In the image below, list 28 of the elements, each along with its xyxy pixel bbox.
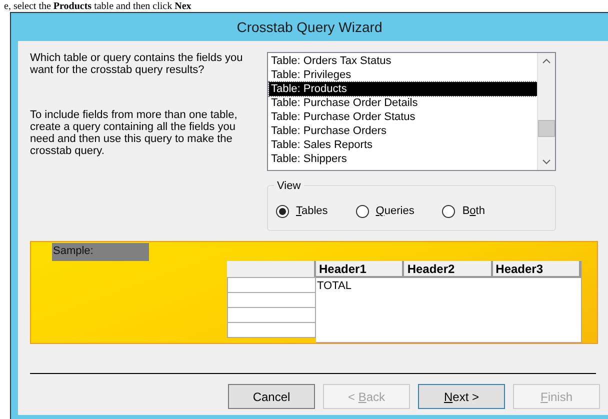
list-item[interactable]: Table: Sales Reports <box>269 138 537 152</box>
radio-icon[interactable] <box>276 204 289 218</box>
radio-option[interactable]: Tables <box>276 203 328 220</box>
list-item[interactable]: Table: Privileges <box>269 68 537 82</box>
list-item[interactable]: Table: Orders Tax Status <box>269 54 537 68</box>
radio-icon[interactable] <box>356 204 369 218</box>
column-header: Header2 <box>404 261 493 278</box>
scrollbar[interactable] <box>537 53 555 170</box>
total-text: TOTAL <box>316 280 352 292</box>
column-header: Header1 <box>316 261 404 278</box>
hint-text: To include fields from more than one table, create a query containing all the fields you need and then use this query to make the crosstab query. <box>30 109 238 157</box>
list-item[interactable]: Table: Shippers <box>269 152 537 166</box>
document-text: e, select the Products table and then click Nex <box>4 0 192 12</box>
question-text: Which table or query contains the fields you want for the crosstab query results? <box>30 52 244 76</box>
radio-option[interactable]: Queries <box>356 203 414 220</box>
column-header: Header3 <box>492 261 581 278</box>
list-item[interactable]: Table: Products <box>269 82 537 96</box>
scroll-thumb[interactable] <box>538 120 555 137</box>
radio-option[interactable]: Both <box>442 203 485 220</box>
window-title: Crosstab Query Wizard <box>236 18 382 37</box>
list-item[interactable]: Table: Purchase Orders <box>269 124 537 138</box>
radio-icon[interactable] <box>442 204 456 218</box>
dialog-button[interactable]: Next > <box>418 384 505 409</box>
sample-label: Sample: <box>52 243 149 261</box>
table-list[interactable]: Table: Orders Tax Status Table: Privileges Table: Products Table: Purchase Order Details Table: Purchase Order Status Table: Purchase Orders Table: Sales Reports Table: Shippers <box>267 52 556 171</box>
dialog-button[interactable]: Cancel <box>228 384 315 409</box>
list-item[interactable]: Table: Purchase Order Status <box>269 110 537 124</box>
list-item[interactable]: Table: Purchase Order Details <box>269 96 537 110</box>
